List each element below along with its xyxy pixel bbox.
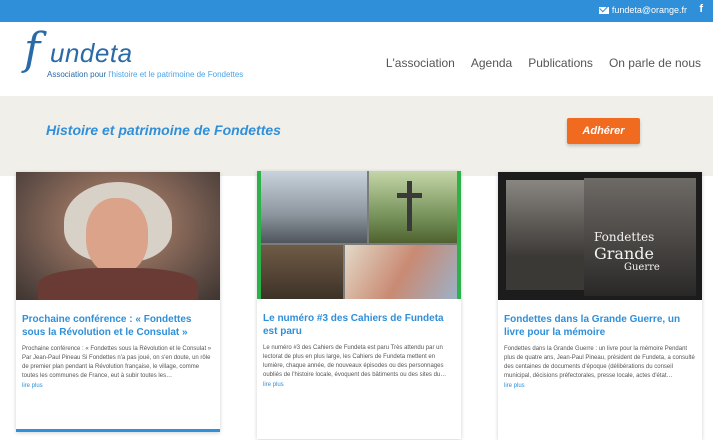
email-text: fundeta@orange.fr (611, 5, 687, 15)
mail-icon (598, 6, 609, 14)
top-bar: fundeta@orange.fr f (0, 0, 713, 22)
article-card[interactable]: Fondettes Grande Guerre Fondettes dans l… (498, 172, 702, 440)
collage-border-right (457, 171, 461, 299)
cross-icon (397, 181, 422, 231)
book-title-line3: Guerre (624, 262, 660, 273)
logo-tagline: Association pour l'histoire et le patrim… (47, 70, 244, 79)
article-image[interactable] (257, 171, 461, 299)
collage-street-photo (257, 171, 367, 243)
card-accent-bar (16, 429, 220, 432)
read-more-link[interactable]: lire plus (498, 381, 702, 397)
book-title-line2: Grande (594, 244, 654, 263)
portrait-coat (38, 268, 198, 300)
article-excerpt: Fondettes dans la Grande Guerre : un liv… (504, 346, 695, 379)
nav-item-agenda[interactable]: Agenda (471, 56, 512, 70)
site-header: f undeta Association pour l'histoire et … (0, 22, 713, 96)
article-card[interactable]: Le numéro #3 des Cahiers de Fundeta est … (257, 171, 461, 439)
nav-item-press[interactable]: On parle de nous (609, 56, 701, 70)
read-more-link[interactable]: lire plus (257, 380, 461, 396)
article-title[interactable]: Prochaine conférence : « Fondettes sous … (16, 300, 220, 345)
main-nav: L'association Agenda Publications On par… (386, 56, 701, 70)
article-excerpt: Prochaine conférence : « Fondettes sous … (22, 346, 212, 379)
collage-postcard (345, 245, 461, 299)
collage-cross-photo (369, 171, 461, 243)
book-title-line1: Fondettes (594, 230, 655, 244)
logo-name: undeta (50, 38, 133, 68)
article-title[interactable]: Le numéro #3 des Cahiers de Fundeta est … (257, 299, 461, 344)
logo-initial: f (24, 24, 41, 75)
email-link[interactable]: fundeta@orange.fr (598, 5, 687, 15)
join-button[interactable]: Adhérer (567, 118, 640, 144)
article-excerpt: Le numéro #3 des Cahiers de Fundeta est … (263, 345, 447, 378)
facebook-icon[interactable]: f (699, 3, 703, 15)
nav-item-publications[interactable]: Publications (528, 56, 593, 70)
article-image[interactable] (16, 172, 220, 300)
article-title[interactable]: Fondettes dans la Grande Guerre, un livr… (498, 300, 702, 345)
hero-band: Histoire et patrimoine de Fondettes Adhé… (0, 96, 713, 176)
article-image[interactable]: Fondettes Grande Guerre (498, 172, 702, 300)
read-more-link[interactable]: lire plus (16, 381, 220, 397)
nav-item-association[interactable]: L'association (386, 56, 455, 70)
article-card[interactable]: Prochaine conférence : « Fondettes sous … (16, 172, 220, 432)
collage-portrait (257, 245, 343, 299)
hero-title: Histoire et patrimoine de Fondettes (46, 122, 281, 138)
collage-border-left (257, 171, 261, 299)
portrait-face (86, 198, 148, 274)
